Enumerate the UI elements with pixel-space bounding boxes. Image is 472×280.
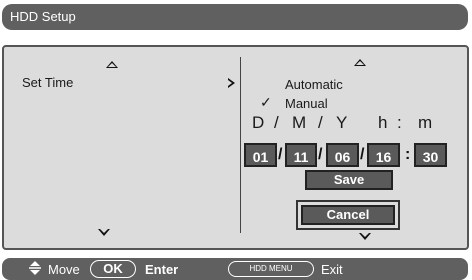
ok-key-icon: OK [90,260,136,278]
month-field[interactable]: 11 [285,143,317,167]
footer-enter-label: Enter [145,262,179,277]
column-divider [240,57,241,233]
scroll-up-icon[interactable] [354,59,366,66]
format-sep-2: / [318,113,324,132]
scroll-down-icon[interactable] [98,229,110,236]
format-day-label: D [252,113,266,132]
option-manual[interactable]: Manual [285,96,328,111]
hour-field[interactable]: 16 [367,143,400,167]
day-field[interactable]: 01 [244,143,277,167]
format-minute-label: m [418,113,434,132]
option-automatic[interactable]: Automatic [285,77,343,92]
date-slash-2: / [318,146,323,163]
scroll-down-icon[interactable] [359,233,371,240]
page-title: HDD Setup [10,9,76,24]
year-field[interactable]: 06 [326,143,359,167]
cancel-button[interactable]: Cancel [296,200,400,230]
format-sep-1: / [274,113,280,132]
move-arrows-icon [28,260,42,279]
scroll-up-icon[interactable] [106,61,118,68]
format-month-label: M [292,113,308,132]
date-slash-1: / [278,146,283,163]
footer-exit-label: Exit [321,262,343,277]
selection-pointer-icon [228,78,235,88]
title-bar: HDD Setup [2,4,468,30]
footer-bar: Move OK Enter HDD MENU Exit [2,258,468,280]
menu-item-set-time[interactable]: Set Time [22,75,73,90]
date-slash-3: / [360,146,365,163]
minute-field[interactable]: 30 [414,143,447,167]
footer-move-label: Move [48,262,80,277]
settings-panel: Set Time Automatic ✓ Manual D / M / Y h … [2,45,469,250]
hdd-menu-key-icon: HDD MENU [228,261,314,277]
format-hour-label: h [378,113,389,132]
time-colon: : [405,146,411,163]
format-year-label: Y [336,113,349,132]
check-mark-icon: ✓ [260,94,272,110]
save-button[interactable]: Save [305,170,393,190]
format-colon: : [397,113,403,132]
